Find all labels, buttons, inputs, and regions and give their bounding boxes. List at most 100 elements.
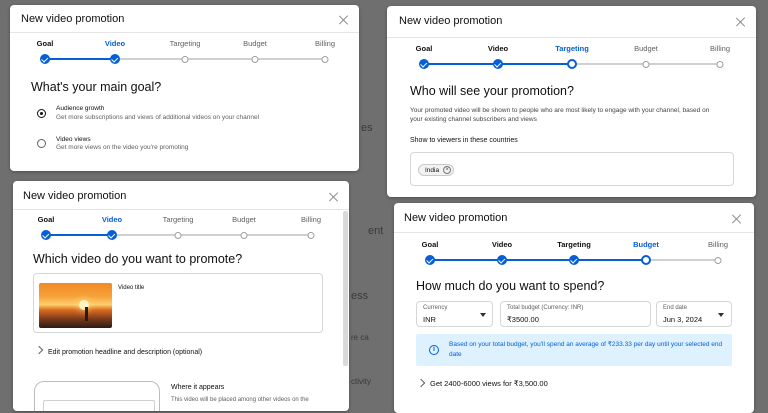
end-date-label: End date [663,305,688,311]
radio-audience-growth[interactable] [37,109,46,118]
step-connector [45,58,115,60]
dialog-budget: New video promotion Goal Video Targeting… [394,203,754,413]
step-billing-dot-icon [716,60,724,68]
dialog-title: New video promotion [23,190,127,202]
countries-label: Show to viewers in these countries [410,137,518,144]
step-budget-current-icon [641,255,651,265]
preview-frame [43,400,155,411]
info-text-line2: date [449,351,462,358]
page-heading: Which video do you want to promote? [33,252,243,266]
end-date-value: Jun 3, 2024 [663,315,703,324]
step-targeting-label: Targeting [169,39,201,48]
stepper: Goal Video Targeting Budget Billing [13,215,349,243]
divider [387,37,756,38]
silhouette-graphic [85,307,88,321]
end-date-select[interactable]: End date Jun 3, 2024 [656,301,732,327]
step-goal-check-icon [425,255,435,265]
step-goal-check-icon [419,59,429,69]
step-targeting-label: Targeting [162,215,194,224]
step-budget-dot-icon [642,60,650,68]
option-title: Audience growth [56,105,105,112]
step-connector [646,259,718,261]
step-targeting-current-icon [567,59,577,69]
close-icon[interactable] [339,15,349,25]
page-heading: How much do you want to spend? [416,279,605,293]
step-billing-label: Billing [314,39,336,48]
background-text: es [361,122,373,134]
dialog-video: New video promotion Goal Video Targeting… [13,181,349,411]
total-budget-field[interactable]: Total budget (Currency: INR) ₹3500.00 [500,301,651,327]
step-goal-check-icon [41,230,51,240]
step-video-check-icon [493,59,503,69]
dialog-goal: New video promotion Goal Video Targeting… [10,5,359,171]
step-budget-dot-icon [240,231,248,239]
step-budget-label: Budget [633,240,659,249]
views-estimate[interactable]: Get 2400-6000 views for ₹3,500.00 [430,379,548,388]
radio-video-views[interactable] [37,139,46,148]
step-billing-label: Billing [300,215,322,224]
step-connector [46,234,112,236]
background-text: ent [368,225,384,237]
countries-input[interactable]: India × [410,152,734,186]
video-thumbnail [39,283,112,328]
background-text: re ca [351,333,369,342]
currency-select[interactable]: Currency INR [416,301,493,327]
step-video-check-icon [497,255,507,265]
info-icon: i [429,345,439,355]
divider [13,209,349,210]
budget-info-banner: i Based on your total budget, you'll spe… [416,334,732,366]
step-billing-label: Billing [709,44,731,53]
step-connector [112,234,312,236]
close-icon[interactable] [732,214,742,224]
step-budget-label: Budget [634,44,658,53]
page-heading: What's your main goal? [31,80,162,94]
currency-value: INR [423,315,436,324]
step-video-label: Video [491,240,513,249]
close-icon[interactable] [736,17,746,27]
selected-video-card[interactable]: Video title [33,273,323,333]
edit-headline-toggle[interactable]: Edit promotion headline and description … [48,348,202,357]
option-description: Get more subscriptions and views of addi… [56,114,260,121]
step-connector [430,259,646,261]
step-targeting-dot-icon [181,55,189,63]
chip-label: India [425,167,440,174]
dropdown-caret-icon [718,313,724,317]
dialog-title: New video promotion [21,13,125,25]
step-goal-label: Goal [36,39,54,48]
step-goal-label: Goal [421,240,439,249]
divider [10,32,359,33]
step-budget-dot-icon [251,55,259,63]
remove-chip-icon[interactable]: × [443,166,452,174]
step-budget-label: Budget [232,215,256,224]
step-video-label: Video [487,44,509,53]
step-video-check-icon [107,230,117,240]
close-icon[interactable] [329,192,339,202]
chevron-right-icon[interactable] [416,378,426,388]
placement-preview [34,381,160,411]
step-goal-label: Goal [415,44,433,53]
background-text: ess [351,290,369,302]
budget-label: Total budget (Currency: INR) [507,305,584,311]
step-video-label: Video [101,215,123,224]
step-targeting-label: Targeting [557,240,591,249]
info-text-line1: Based on your total budget, you'll spend… [449,341,723,348]
step-billing-dot-icon [321,55,329,63]
step-goal-label: Goal [37,215,55,224]
dialog-targeting: New video promotion Goal Video Targeting… [387,6,756,197]
where-appears-description: This video will be placed among other vi… [171,397,309,403]
video-title: Video title [118,285,145,291]
option-description: Get more views on the video you're promo… [56,144,189,151]
scrollbar[interactable] [343,211,348,366]
dialog-title: New video promotion [399,15,503,27]
divider [394,232,754,233]
chevron-down-icon[interactable] [34,345,44,355]
step-billing-dot-icon [714,256,722,264]
budget-value: ₹3500.00 [507,315,539,324]
stepper: Goal Video Targeting Budget Billing [10,39,359,67]
step-billing-dot-icon [307,231,315,239]
step-targeting-dot-icon [174,231,182,239]
page-heading: Who will see your promotion? [410,84,574,98]
targeting-description: Your promoted video will be shown to peo… [410,107,710,123]
step-goal-check-icon [40,54,50,64]
step-targeting-check-icon [569,255,579,265]
